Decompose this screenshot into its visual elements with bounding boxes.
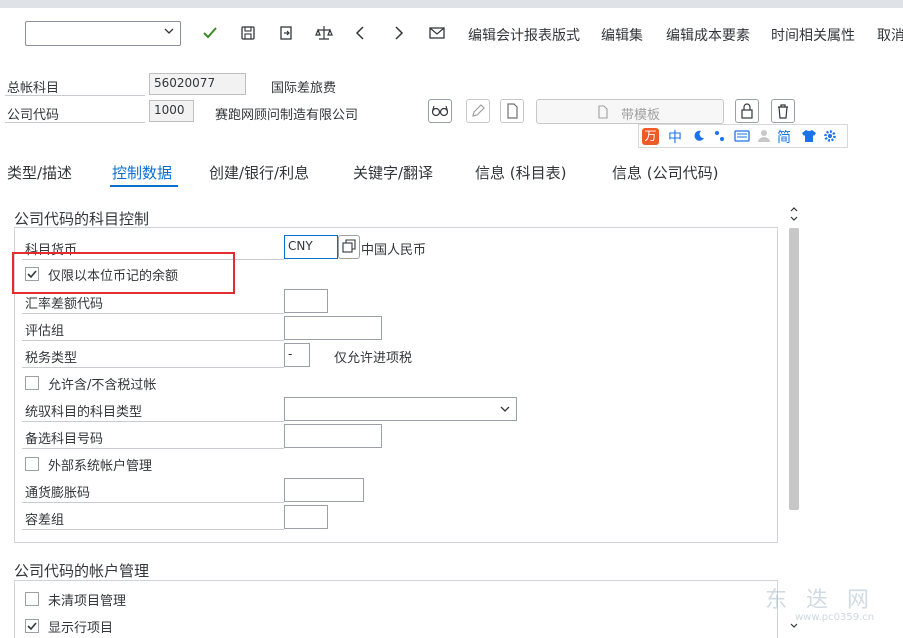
exchange-diff-key-input[interactable] [284, 289, 328, 313]
punctuation-icon[interactable] [713, 129, 727, 143]
checkmark-icon[interactable] [201, 24, 219, 42]
tolerance-group-label: 容差组 [25, 513, 65, 528]
watermark-url: www.pc0359.cn [795, 612, 875, 623]
valuation-group-row: 评估组 [22, 317, 284, 341]
keyboard-icon[interactable] [734, 130, 750, 142]
inflation-key-label: 通货膨胀码 [25, 486, 91, 501]
highlight-annotation-box [12, 252, 235, 294]
alternative-account-input[interactable] [284, 424, 382, 448]
save-icon[interactable] [239, 24, 257, 42]
open-item-mgmt-label: 未清项目管理 [48, 594, 127, 609]
valuation-group-label: 评估组 [25, 324, 65, 339]
ime-script-toggle[interactable]: 简 [777, 127, 791, 147]
account-currency-description: 中国人民币 [361, 243, 427, 258]
tolerance-group-input[interactable] [284, 505, 328, 529]
valuation-group-input[interactable] [284, 316, 382, 340]
edit-report-layout-button[interactable]: 编辑会计报表版式 [468, 25, 580, 45]
tab-info-chart-of-accounts[interactable]: 信息 (科目表) [475, 162, 566, 183]
exchange-diff-key-label: 汇率差额代码 [25, 297, 104, 312]
edit-set-button[interactable]: 编辑集 [601, 25, 643, 45]
active-tab-indicator [110, 185, 178, 187]
cancel-button[interactable]: 取消 [877, 25, 903, 45]
recon-account-select[interactable] [284, 397, 517, 421]
export-icon[interactable] [277, 24, 295, 42]
tax-category-description: 仅允许进项税 [334, 351, 413, 366]
posting-without-tax-label: 允许含/不含税过帐 [48, 378, 157, 393]
ime-language-toggle[interactable]: 中 [668, 127, 682, 147]
chevron-down-icon[interactable] [499, 404, 511, 414]
currency-value-help-button[interactable] [338, 235, 360, 259]
user-icon[interactable] [757, 129, 771, 143]
account-currency-input[interactable]: CNY [284, 235, 338, 259]
edit-button[interactable] [466, 99, 490, 123]
company-code-label: 公司代码 [7, 108, 60, 123]
inflation-key-row: 通货膨胀码 [22, 479, 284, 503]
delete-button[interactable] [771, 99, 795, 123]
recon-account-row: 统驭科目的科目类型 [22, 398, 284, 422]
with-template-button[interactable]: 带模板 [536, 99, 724, 124]
mail-icon[interactable] [428, 24, 446, 42]
command-field[interactable] [25, 21, 181, 46]
gear-icon[interactable] [823, 129, 837, 143]
alternative-account-label: 备选科目号码 [25, 432, 104, 447]
posting-without-tax-checkbox[interactable] [25, 376, 39, 390]
line-item-display-label: 显示行项目 [48, 621, 114, 636]
gl-account-description: 国际差旅费 [271, 81, 337, 96]
create-button[interactable] [500, 99, 524, 123]
scroll-up-icon[interactable] [788, 205, 800, 223]
balance-scale-icon[interactable] [315, 24, 333, 42]
watermark-text: 东 迭 网 [765, 588, 875, 613]
trash-icon [778, 104, 788, 119]
tab-create-bank-interest[interactable]: 创建/银行/利息 [209, 162, 309, 183]
gl-account-label: 总帐科目 [7, 81, 60, 96]
account-management-panel [14, 580, 778, 638]
external-system-mgmt-label: 外部系统帐户管理 [48, 459, 153, 474]
recon-account-label: 统驭科目的科目类型 [25, 405, 143, 420]
gl-account-field: 56020077 [149, 73, 246, 95]
pencil-icon [472, 104, 485, 117]
value-help-icon [342, 239, 356, 253]
tax-category-label: 税务类型 [25, 351, 78, 366]
open-item-mgmt-checkbox[interactable] [25, 592, 39, 606]
tab-type-description[interactable]: 类型/描述 [7, 162, 72, 183]
tab-control-data[interactable]: 控制数据 [112, 162, 172, 183]
header-divider [5, 95, 145, 96]
skin-icon[interactable] [801, 129, 817, 143]
display-button[interactable] [428, 99, 452, 123]
moon-icon[interactable] [692, 129, 706, 143]
line-item-display-checkbox[interactable] [25, 619, 39, 633]
section-title-account-control: 公司代码的科目控制 [14, 210, 150, 228]
time-dependent-attributes-button[interactable]: 时间相关属性 [771, 25, 855, 45]
tab-info-company-code[interactable]: 信息 (公司代码) [612, 162, 718, 183]
section-title-account-management: 公司代码的帐户管理 [14, 562, 150, 580]
tolerance-group-row: 容差组 [22, 506, 284, 530]
vertical-scrollbar-thumb[interactable] [789, 228, 799, 510]
with-template-label: 带模板 [621, 108, 661, 123]
document-icon [507, 103, 518, 119]
glasses-icon [431, 105, 449, 117]
edit-cost-element-button[interactable]: 编辑成本要素 [666, 25, 750, 45]
lock-icon [741, 103, 753, 119]
tax-category-input[interactable]: - [284, 343, 310, 367]
ime-logo-icon[interactable]: 万 [642, 128, 659, 145]
window-top-strip [0, 0, 903, 8]
company-code-field: 1000 [149, 100, 194, 122]
tab-keyword-translation[interactable]: 关键字/翻译 [353, 162, 433, 183]
tax-category-row: 税务类型 [22, 344, 284, 368]
previous-icon[interactable] [352, 24, 370, 42]
checkmark-icon [27, 622, 37, 631]
header-divider [5, 122, 145, 123]
document-icon [598, 105, 608, 119]
inflation-key-input[interactable] [284, 478, 364, 502]
company-name: 赛跑网顾问制造有限公司 [215, 108, 359, 123]
alternative-account-row: 备选科目号码 [22, 425, 284, 449]
external-system-mgmt-checkbox[interactable] [25, 457, 39, 471]
lock-button[interactable] [735, 99, 759, 123]
next-icon[interactable] [390, 24, 408, 42]
ime-toolbar[interactable]: 万 中 简 [638, 124, 848, 148]
chevron-down-icon[interactable] [164, 26, 174, 36]
